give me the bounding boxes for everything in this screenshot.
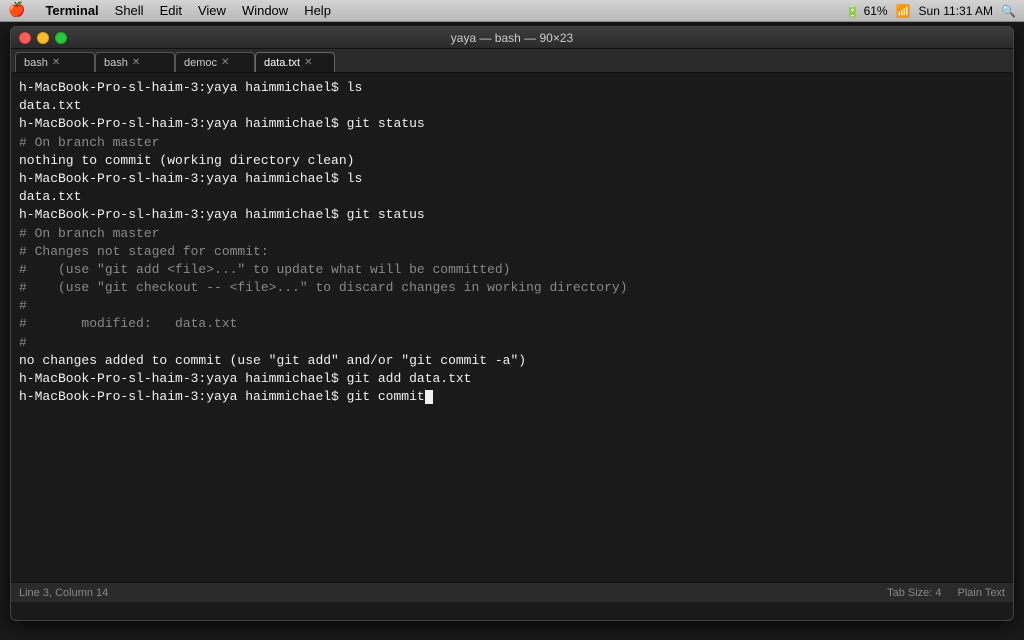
terminal-line: #: [19, 297, 1005, 315]
tab-label: democ: [184, 57, 217, 69]
terminal-line: h-MacBook-Pro-sl-haim-3:yaya haimmichael…: [19, 370, 1005, 388]
terminal-line: # (use "git checkout -- <file>..." to di…: [19, 279, 1005, 297]
terminal-line: #: [19, 334, 1005, 352]
menubar: 🍎 Terminal Shell Edit View Window Help 🔋…: [0, 0, 1024, 22]
terminal-line: # On branch master: [19, 225, 1005, 243]
tabbar: bash ✕ bash ✕ democ ✕ data.txt ✕: [11, 49, 1013, 73]
terminal-line: h-MacBook-Pro-sl-haim-3:yaya haimmichael…: [19, 79, 1005, 97]
apple-menu[interactable]: 🍎: [8, 2, 25, 19]
window-title: yaya — bash — 90×23: [451, 31, 573, 45]
tab-label: data.txt: [264, 57, 300, 69]
menubar-window[interactable]: Window: [242, 3, 288, 18]
minimize-button[interactable]: [37, 32, 49, 44]
tab-close-icon[interactable]: ✕: [52, 57, 60, 68]
menubar-wifi: 📶: [896, 4, 911, 18]
statusbar-right: Tab Size: 4 Plain Text: [887, 587, 1005, 599]
tab-label: bash: [104, 57, 128, 69]
tab-democ[interactable]: democ ✕: [175, 52, 255, 72]
menubar-terminal[interactable]: Terminal: [45, 3, 98, 18]
terminal-line: # modified: data.txt: [19, 315, 1005, 333]
terminal-line: h-MacBook-Pro-sl-haim-3:yaya haimmichael…: [19, 115, 1005, 133]
tab-close-icon[interactable]: ✕: [221, 57, 229, 68]
statusbar: Line 3, Column 14 Tab Size: 4 Plain Text: [11, 582, 1013, 602]
terminal-body[interactable]: h-MacBook-Pro-sl-haim-3:yaya haimmichael…: [11, 73, 1013, 602]
menubar-edit[interactable]: Edit: [160, 3, 182, 18]
terminal-line: # Changes not staged for commit:: [19, 243, 1005, 261]
menubar-right: 🔋 61% 📶 Sun 11:31 AM 🔍: [845, 0, 1016, 22]
tab-bash-1[interactable]: bash ✕: [15, 52, 95, 72]
menubar-shell[interactable]: Shell: [115, 3, 144, 18]
menubar-search[interactable]: 🔍: [1001, 4, 1016, 18]
terminal-line: no changes added to commit (use "git add…: [19, 352, 1005, 370]
tab-close-icon[interactable]: ✕: [304, 57, 312, 68]
terminal-line: nothing to commit (working directory cle…: [19, 152, 1005, 170]
menubar-view[interactable]: View: [198, 3, 226, 18]
maximize-button[interactable]: [55, 32, 67, 44]
menubar-help[interactable]: Help: [304, 3, 331, 18]
tab-datatxt[interactable]: data.txt ✕: [255, 52, 335, 72]
terminal-line-cursor: h-MacBook-Pro-sl-haim-3:yaya haimmichael…: [19, 388, 1005, 406]
terminal-line: data.txt: [19, 188, 1005, 206]
menubar-time: Sun 11:31 AM: [919, 4, 994, 18]
terminal-cursor: [425, 390, 433, 404]
terminal-line: h-MacBook-Pro-sl-haim-3:yaya haimmichael…: [19, 206, 1005, 224]
terminal-line: # (use "git add <file>..." to update wha…: [19, 261, 1005, 279]
terminal-window: yaya — bash — 90×23 bash ✕ bash ✕ democ …: [10, 26, 1014, 621]
menubar-battery: 🔋 61%: [845, 4, 887, 18]
statusbar-position: Line 3, Column 14: [19, 587, 108, 599]
close-button[interactable]: [19, 32, 31, 44]
terminal-line: # On branch master: [19, 134, 1005, 152]
terminal-line: h-MacBook-Pro-sl-haim-3:yaya haimmichael…: [19, 170, 1005, 188]
tab-close-icon[interactable]: ✕: [132, 57, 140, 68]
titlebar: yaya — bash — 90×23: [11, 27, 1013, 49]
traffic-lights: [19, 32, 67, 44]
tab-label: bash: [24, 57, 48, 69]
statusbar-tabsize: Tab Size: 4: [887, 587, 941, 599]
statusbar-filetype: Plain Text: [958, 587, 1006, 599]
terminal-line: data.txt: [19, 97, 1005, 115]
tab-bash-2[interactable]: bash ✕: [95, 52, 175, 72]
